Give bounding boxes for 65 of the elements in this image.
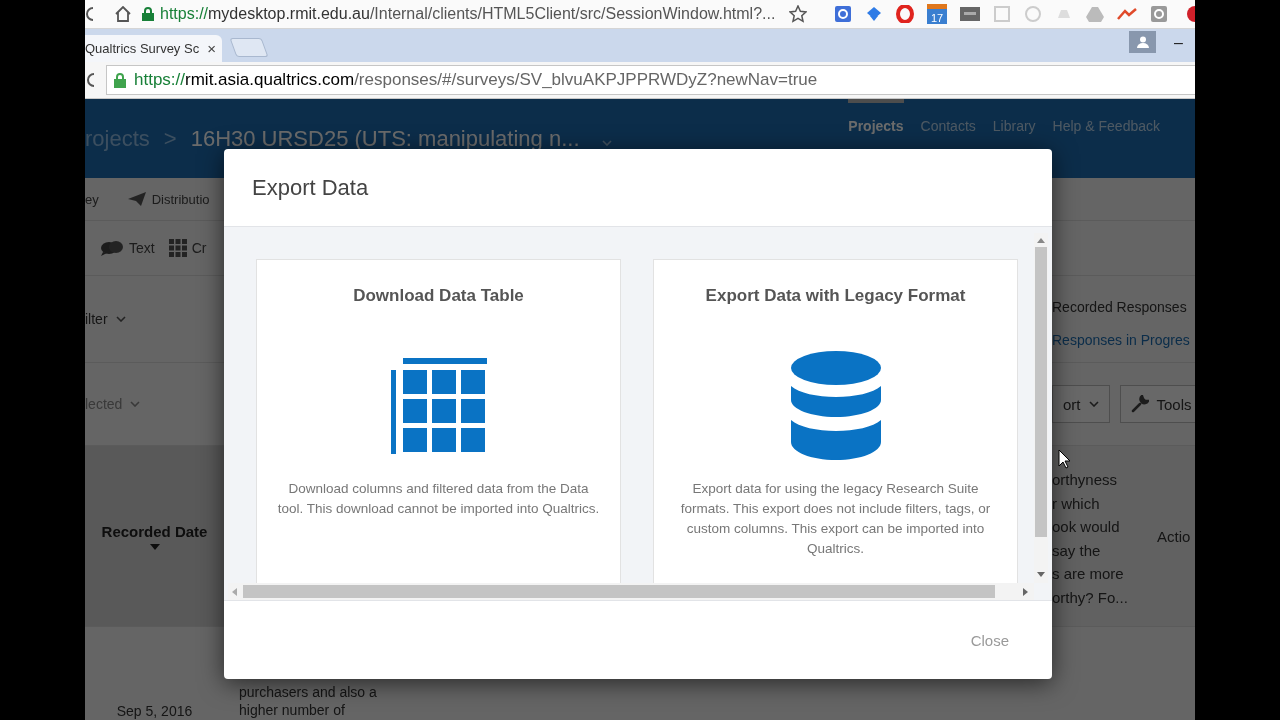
cursor-icon: [1058, 449, 1071, 469]
table-cell: Sep 5, 2016: [116, 703, 193, 719]
paper-plane-icon: [126, 191, 147, 207]
table-cell: purchasers and also a higher number of: [239, 683, 377, 719]
dialog-title: Export Data: [252, 174, 369, 201]
option-title: Download Data Table: [353, 285, 524, 306]
chat-icon: [100, 240, 124, 256]
option-description: Download columns and filtered data from the Data tool. This download cannot be imported into Qualtrics.: [277, 480, 600, 518]
project-title: 16H30 URSD25 (UTS: manipulating n...: [190, 126, 580, 152]
vertical-scrollbar[interactable]: [1034, 233, 1048, 583]
tab-close-button[interactable]: ×: [207, 40, 216, 57]
minimize-button[interactable]: –: [1174, 34, 1183, 52]
column-header[interactable]: Recorded Date: [85, 446, 224, 626]
option-description: Export data for using the legacy Research Suite formats. This export does not include filters, tags, or custom columns. This export can be imported into Qualtrics.: [679, 480, 992, 558]
scroll-up-arrow-icon[interactable]: [1037, 238, 1045, 243]
scroll-down-arrow-icon[interactable]: [1037, 572, 1045, 577]
table-icon: [390, 358, 487, 454]
grid-icon: [168, 239, 187, 257]
address-bar[interactable]: https://rmit.asia.qualtrics.com/responses/#/surveys/SV_blvuAKPJPPRWDyZ?newNav=true: [106, 65, 1195, 95]
person-icon: [1136, 36, 1149, 48]
lock-icon: [142, 7, 154, 21]
database-icon: [789, 350, 882, 462]
filter-dropdown[interactable]: ilter: [85, 311, 108, 327]
close-button[interactable]: Close: [970, 631, 1009, 649]
export-option-card[interactable]: Download Data Table Download columns and filtered data from the Data tool. This download cannot be imported into Qualtrics.: [256, 259, 621, 583]
wrench-icon: [1130, 395, 1149, 413]
export-button[interactable]: ort: [1052, 385, 1110, 423]
breadcrumb-separator: >: [163, 126, 177, 152]
star-icon[interactable]: [789, 5, 808, 23]
extension-icon[interactable]: [896, 5, 914, 23]
nav-tab[interactable]: ey: [85, 191, 99, 207]
address-url[interactable]: https://mydesktop.rmit.edu.au/Internal/clients/HTML5Client/src/SessionWindow.html?...: [160, 5, 776, 23]
column-header-text: Actio: [1156, 527, 1192, 545]
home-icon[interactable]: [114, 6, 132, 22]
tool-button[interactable]: Cr: [191, 240, 207, 256]
nav-link[interactable]: Library: [992, 99, 1036, 134]
export-option-card[interactable]: Export Data with Legacy Format Export data for using the legacy Research Suite formats. This export does not include filters, tags, or custom columns. This export can be imported into Qualtrics.: [653, 259, 1018, 583]
extension-icon[interactable]: [1117, 8, 1137, 20]
chevron-down-icon: [130, 401, 141, 407]
scroll-left-arrow-icon[interactable]: [232, 587, 237, 596]
nav-tab[interactable]: Distributio: [151, 191, 210, 207]
chevron-down-icon: [1088, 401, 1099, 407]
nav-link[interactable]: Help & Feedback: [1052, 99, 1160, 134]
chevron-down-icon: [115, 316, 126, 322]
lock-icon: [114, 72, 126, 88]
extension-icon[interactable]: [865, 5, 883, 23]
scroll-right-arrow-icon[interactable]: [1023, 587, 1028, 596]
reload-icon[interactable]: [85, 72, 94, 88]
responses-link[interactable]: Responses in Progres: [1052, 331, 1190, 348]
reload-icon[interactable]: [85, 6, 93, 22]
tools-button[interactable]: Tools: [1119, 385, 1195, 423]
tool-button[interactable]: Text: [129, 240, 155, 256]
horizontal-scrollbar[interactable]: [228, 583, 1034, 600]
nav-link[interactable]: Projects: [848, 99, 904, 134]
calendar-icon[interactable]: 17: [927, 4, 947, 24]
drive-icon[interactable]: [1086, 6, 1104, 22]
user-profile-button[interactable]: [1129, 31, 1157, 53]
chevron-down-icon: [601, 140, 612, 146]
nav-link[interactable]: Contacts: [920, 99, 976, 134]
extension-icon[interactable]: [834, 5, 852, 23]
extension-icon[interactable]: [1150, 5, 1168, 23]
extension-icon[interactable]: [960, 7, 980, 21]
responses-label: Recorded Responses: [1052, 298, 1187, 315]
browser-tab[interactable]: Qualtrics Survey Sc ×: [85, 35, 222, 62]
option-title: Export Data with Legacy Format: [705, 285, 966, 306]
